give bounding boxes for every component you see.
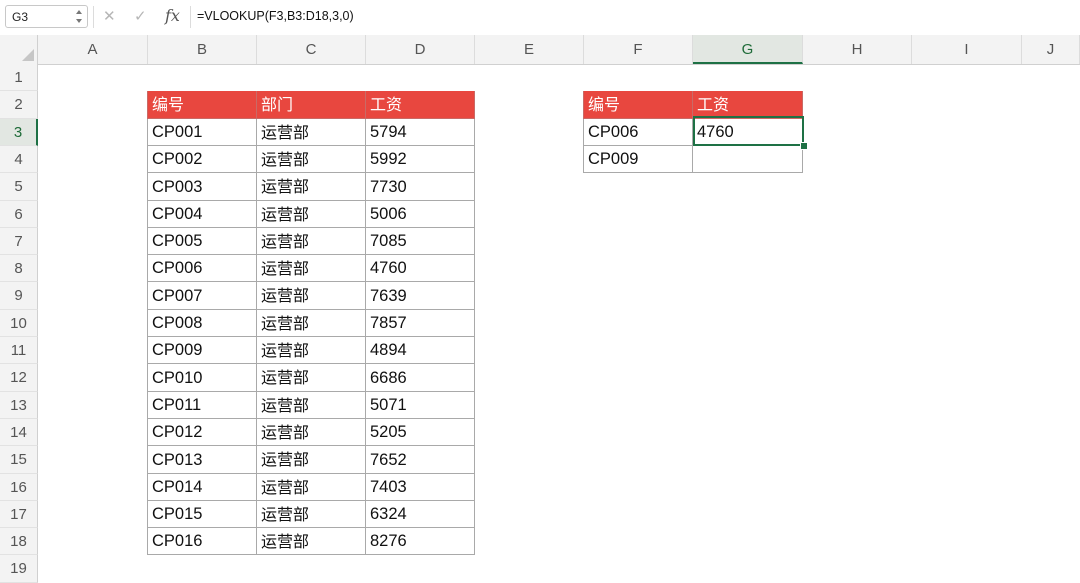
cancel-icon[interactable]: ✕ <box>103 9 116 25</box>
row-header-15[interactable]: 15 <box>0 446 38 474</box>
main-table-cell[interactable]: CP008 <box>147 310 257 337</box>
formula-bar-divider <box>190 6 191 28</box>
main-table-cell[interactable]: 7652 <box>366 446 475 474</box>
main-table-cell[interactable]: 运营部 <box>257 446 366 474</box>
main-table-cell[interactable]: 运营部 <box>257 364 366 392</box>
main-table-cell[interactable]: 运营部 <box>257 310 366 337</box>
main-table-cell[interactable]: 8276 <box>366 528 475 555</box>
column-header-f[interactable]: F <box>584 35 693 64</box>
main-table-header-cell[interactable]: 部门 <box>257 91 366 119</box>
row-header-4[interactable]: 4 <box>0 146 38 173</box>
main-table-cell[interactable]: CP009 <box>147 337 257 364</box>
main-table-cell[interactable]: CP011 <box>147 392 257 419</box>
formula-bar-divider <box>93 6 94 28</box>
main-table-cell[interactable]: 运营部 <box>257 337 366 364</box>
main-table-cell[interactable]: CP003 <box>147 173 257 201</box>
main-table-cell[interactable]: CP006 <box>147 255 257 282</box>
main-table-cell[interactable]: CP015 <box>147 501 257 528</box>
main-table-cell[interactable]: 运营部 <box>257 173 366 201</box>
main-table-header-cell[interactable]: 编号 <box>147 91 257 119</box>
row-header-14[interactable]: 14 <box>0 419 38 446</box>
main-table-cell[interactable]: 7730 <box>366 173 475 201</box>
fx-icon[interactable]: fx <box>165 6 180 25</box>
column-header-j[interactable]: J <box>1022 35 1080 64</box>
select-all-button[interactable] <box>0 35 38 64</box>
main-table-cell[interactable]: CP005 <box>147 228 257 255</box>
main-table-cell[interactable]: 运营部 <box>257 255 366 282</box>
column-header-h[interactable]: H <box>803 35 912 64</box>
main-table-header-cell[interactable]: 工资 <box>366 91 475 119</box>
main-table-cell[interactable]: CP013 <box>147 446 257 474</box>
main-table-cell[interactable]: 运营部 <box>257 528 366 555</box>
main-table-cell[interactable]: CP004 <box>147 201 257 228</box>
formula-bar: G3 ✕ ✓ fx =VLOOKUP(F3,B3:D18,3,0) <box>0 0 1080 36</box>
main-table-cell[interactable]: 运营部 <box>257 282 366 310</box>
column-header-b[interactable]: B <box>148 35 257 64</box>
main-table-cell[interactable]: CP012 <box>147 419 257 446</box>
confirm-icon[interactable]: ✓ <box>134 9 147 25</box>
main-table-cell[interactable]: 6324 <box>366 501 475 528</box>
row-header-10[interactable]: 10 <box>0 310 38 337</box>
name-box-value: G3 <box>12 10 29 24</box>
main-table-cell[interactable]: 4894 <box>366 337 475 364</box>
row-header-8[interactable]: 8 <box>0 255 38 282</box>
main-table-cell[interactable]: CP007 <box>147 282 257 310</box>
lookup-table-cell[interactable] <box>693 146 803 173</box>
main-table-cell[interactable]: CP016 <box>147 528 257 555</box>
main-table-cell[interactable]: 运营部 <box>257 146 366 173</box>
stepper-icon[interactable] <box>75 8 83 25</box>
main-table-cell[interactable]: 7403 <box>366 474 475 501</box>
column-header-c[interactable]: C <box>257 35 366 64</box>
column-header-g[interactable]: G <box>693 35 803 64</box>
column-header-i[interactable]: I <box>912 35 1022 64</box>
main-table-cell[interactable]: 5071 <box>366 392 475 419</box>
row-header-17[interactable]: 17 <box>0 501 38 528</box>
row-header-11[interactable]: 11 <box>0 337 38 364</box>
lookup-table-header-cell[interactable]: 工资 <box>693 91 803 119</box>
main-table-cell[interactable]: CP014 <box>147 474 257 501</box>
main-table-cell[interactable]: 4760 <box>366 255 475 282</box>
fill-handle[interactable] <box>800 142 808 150</box>
column-header-e[interactable]: E <box>475 35 584 64</box>
row-header-12[interactable]: 12 <box>0 364 38 392</box>
row-header-16[interactable]: 16 <box>0 474 38 501</box>
lookup-table-cell[interactable]: CP006 <box>583 119 693 146</box>
main-table-cell[interactable]: 7857 <box>366 310 475 337</box>
main-table-cell[interactable]: 5992 <box>366 146 475 173</box>
main-table-cell[interactable]: 运营部 <box>257 228 366 255</box>
select-all-icon <box>22 49 34 61</box>
main-table-cell[interactable]: 5794 <box>366 119 475 146</box>
name-box[interactable]: G3 <box>5 5 88 28</box>
main-table-cell[interactable]: 5205 <box>366 419 475 446</box>
main-table-cell[interactable]: CP002 <box>147 146 257 173</box>
row-header-13[interactable]: 13 <box>0 392 38 419</box>
lookup-table-header-cell[interactable]: 编号 <box>583 91 693 119</box>
lookup-table-cell[interactable]: 4760 <box>693 119 803 146</box>
row-header-7[interactable]: 7 <box>0 228 38 255</box>
main-table-cell[interactable]: CP001 <box>147 119 257 146</box>
row-header-5[interactable]: 5 <box>0 173 38 201</box>
column-header-a[interactable]: A <box>38 35 148 64</box>
row-header-6[interactable]: 6 <box>0 201 38 228</box>
row-header-1[interactable]: 1 <box>0 64 38 91</box>
row-header-2[interactable]: 2 <box>0 91 38 119</box>
formula-input[interactable]: =VLOOKUP(F3,B3:D18,3,0) <box>197 9 354 23</box>
lookup-table-cell[interactable]: CP009 <box>583 146 693 173</box>
main-table-cell[interactable]: 运营部 <box>257 419 366 446</box>
row-header-9[interactable]: 9 <box>0 282 38 310</box>
row-header-18[interactable]: 18 <box>0 528 38 555</box>
main-table-cell[interactable]: 7639 <box>366 282 475 310</box>
main-table-cell[interactable]: 5006 <box>366 201 475 228</box>
column-header-d[interactable]: D <box>366 35 475 64</box>
main-table-cell[interactable]: 运营部 <box>257 119 366 146</box>
main-table-cell[interactable]: 7085 <box>366 228 475 255</box>
main-table-cell[interactable]: 运营部 <box>257 392 366 419</box>
main-table-cell[interactable]: 运营部 <box>257 474 366 501</box>
row-header-3[interactable]: 3 <box>0 119 38 146</box>
main-table-cell[interactable]: CP010 <box>147 364 257 392</box>
main-table-cell[interactable]: 运营部 <box>257 501 366 528</box>
main-table-cell[interactable]: 运营部 <box>257 201 366 228</box>
main-table-cell[interactable]: 6686 <box>366 364 475 392</box>
